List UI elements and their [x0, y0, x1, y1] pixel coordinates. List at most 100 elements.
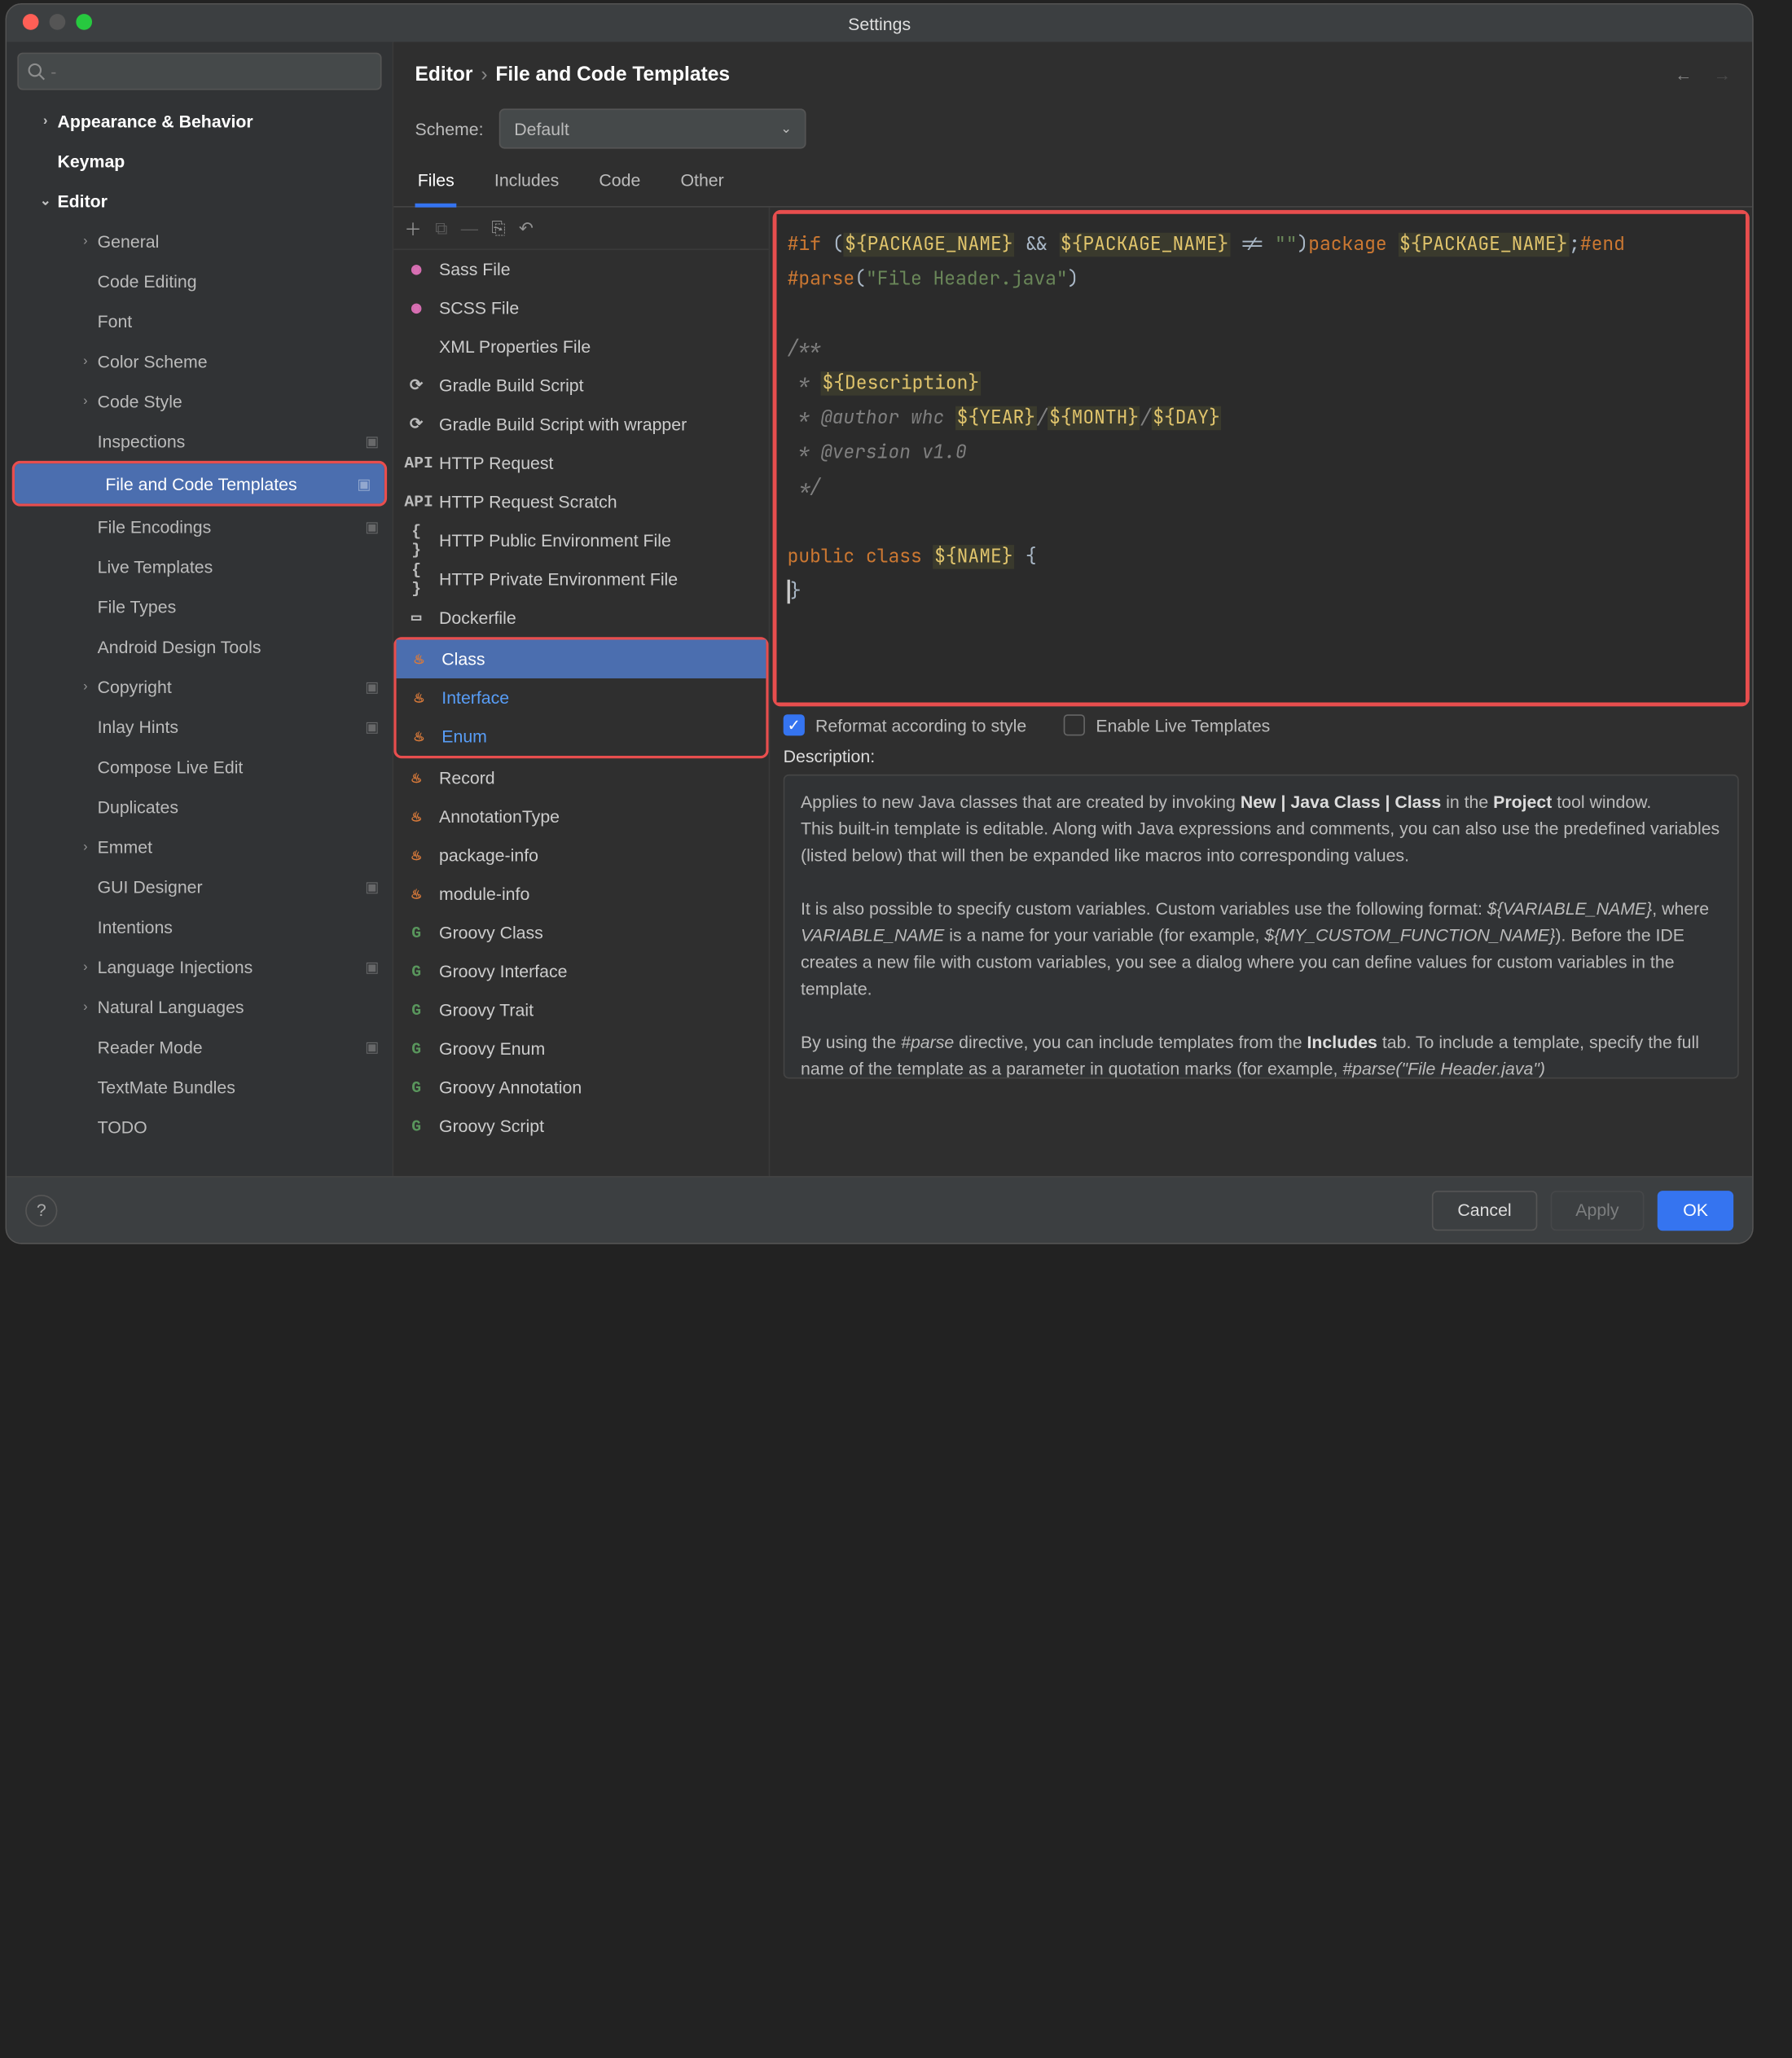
remove-template-icon[interactable]: — [461, 218, 478, 239]
templates-column: ＋ ⧉ — ⎘ ↶ ◉Sass File◉SCSS FileXML Proper… [393, 208, 770, 1176]
tab-other[interactable]: Other [678, 160, 727, 206]
template-gradle-build-script[interactable]: ⟳Gradle Build Script [393, 366, 768, 406]
reformat-checkbox[interactable]: ✓ Reformat according to style [784, 714, 1027, 735]
java-icon [407, 726, 431, 747]
template-http-public-environment-file[interactable]: { }HTTP Public Environment File [393, 521, 768, 560]
java-icon [404, 845, 428, 866]
template-groovy-class[interactable]: Groovy Class [393, 913, 768, 952]
template-sass-file[interactable]: ◉Sass File [393, 250, 768, 289]
template-groovy-script[interactable]: Groovy Script [393, 1107, 768, 1146]
java-icon [407, 649, 431, 669]
settings-window: Settings - ›Appearance & BehaviorKeymap⌄… [6, 3, 1754, 1244]
sidebar-item-code-style[interactable]: ›Code Style [7, 381, 392, 421]
template-editor-highlight: #if (${PACKAGE_NAME} && ${PACKAGE_NAME} … [773, 210, 1750, 706]
pink-icon: ◉ [404, 298, 428, 318]
api-icon: API [404, 454, 428, 472]
search-input[interactable]: - [17, 53, 381, 90]
footer: ? Cancel Apply OK [7, 1176, 1752, 1243]
sidebar-item-color-scheme[interactable]: ›Color Scheme [7, 340, 392, 380]
sidebar-item-general[interactable]: ›General [7, 221, 392, 261]
sidebar-item-code-editing[interactable]: Code Editing [7, 261, 392, 301]
settings-main: Editor›File and Code Templates ← → Schem… [393, 42, 1752, 1177]
docker-icon: ▭ [404, 608, 428, 628]
window-controls[interactable] [23, 14, 92, 30]
description-heading: Description: [770, 744, 1752, 769]
sidebar-item-inspections[interactable]: Inspections▣ [7, 421, 392, 461]
minimize-window-icon[interactable] [50, 14, 66, 30]
template-enum[interactable]: Enum [397, 717, 766, 756]
template-editor[interactable]: #if (${PACKAGE_NAME} && ${PACKAGE_NAME} … [776, 214, 1745, 703]
add-template-icon[interactable]: ＋ [404, 215, 421, 240]
sidebar-item-todo[interactable]: TODO [7, 1107, 392, 1147]
template-interface[interactable]: Interface [397, 678, 766, 717]
sidebar-item-compose-live-edit[interactable]: Compose Live Edit [7, 747, 392, 787]
sidebar-item-font[interactable]: Font [7, 301, 392, 340]
sidebar-item-duplicates[interactable]: Duplicates [7, 787, 392, 827]
help-button[interactable]: ? [25, 1194, 57, 1226]
template-gradle-build-script-with-wrapper[interactable]: ⟳Gradle Build Script with wrapper [393, 405, 768, 444]
description-box: Applies to new Java classes that are cre… [784, 774, 1739, 1079]
sidebar-item-textmate-bundles[interactable]: TextMate Bundles [7, 1067, 392, 1107]
cancel-button[interactable]: Cancel [1432, 1190, 1537, 1230]
sidebar-item-editor[interactable]: ⌄Editor [7, 181, 392, 221]
sidebar-item-copyright[interactable]: ›Copyright▣ [7, 666, 392, 706]
pink-icon: ◉ [404, 260, 428, 280]
green-icon [404, 1078, 428, 1097]
maximize-window-icon[interactable] [76, 14, 92, 30]
search-icon [27, 62, 46, 81]
titlebar[interactable]: Settings [7, 5, 1752, 42]
sidebar-item-live-templates[interactable]: Live Templates [7, 546, 392, 586]
sidebar-item-gui-designer[interactable]: GUI Designer▣ [7, 867, 392, 906]
template-http-private-environment-file[interactable]: { }HTTP Private Environment File [393, 559, 768, 599]
scheme-label: Scheme: [415, 119, 484, 139]
nav-back-icon[interactable]: ← [1675, 64, 1692, 85]
template-xml-properties-file[interactable]: XML Properties File [393, 327, 768, 366]
sidebar-item-file-and-code-templates[interactable]: File and Code Templates▣ [15, 463, 384, 503]
template-annotationtype[interactable]: AnnotationType [393, 797, 768, 836]
sidebar-item-reader-mode[interactable]: Reader Mode▣ [7, 1027, 392, 1067]
template-record[interactable]: Record [393, 758, 768, 797]
template-groovy-trait[interactable]: Groovy Trait [393, 990, 768, 1029]
template-scss-file[interactable]: ◉SCSS File [393, 289, 768, 328]
template-dockerfile[interactable]: ▭Dockerfile [393, 599, 768, 638]
undo-icon[interactable]: ↶ [519, 217, 534, 239]
sidebar-item-natural-languages[interactable]: ›Natural Languages [7, 986, 392, 1026]
ok-button[interactable]: OK [1658, 1190, 1733, 1230]
sidebar-item-language-injections[interactable]: ›Language Injections▣ [7, 946, 392, 986]
nav-forward-icon[interactable]: → [1714, 64, 1731, 85]
template-groovy-interface[interactable]: Groovy Interface [393, 952, 768, 991]
tab-files[interactable]: Files [415, 160, 458, 208]
gradle-icon: ⟳ [404, 415, 428, 435]
templates-list[interactable]: ◉Sass File◉SCSS FileXML Properties File⟳… [393, 250, 768, 1176]
template-http-request[interactable]: APIHTTP Request [393, 444, 768, 483]
template-class[interactable]: Class [397, 639, 766, 678]
window-title: Settings [848, 13, 911, 33]
sidebar-item-file-encodings[interactable]: File Encodings▣ [7, 507, 392, 546]
sidebar-item-android-design-tools[interactable]: Android Design Tools [7, 626, 392, 666]
chevron-down-icon: ⌄ [780, 121, 792, 136]
java-icon [404, 806, 428, 827]
tab-includes[interactable]: Includes [492, 160, 562, 206]
braces-icon: { } [404, 560, 428, 598]
scheme-dropdown[interactable]: Default ⌄ [499, 108, 806, 148]
tab-code[interactable]: Code [596, 160, 643, 206]
sidebar-item-file-types[interactable]: File Types [7, 586, 392, 626]
java-icon [404, 768, 428, 788]
copy-template-icon[interactable]: ⧉ [435, 217, 447, 239]
template-package-info[interactable]: package-info [393, 836, 768, 875]
sidebar-item-inlay-hints[interactable]: Inlay Hints▣ [7, 706, 392, 746]
green-icon [404, 924, 428, 942]
sidebar-item-emmet[interactable]: ›Emmet [7, 827, 392, 867]
close-window-icon[interactable] [23, 14, 39, 30]
apply-button[interactable]: Apply [1550, 1190, 1645, 1230]
template-module-info[interactable]: module-info [393, 875, 768, 914]
sidebar-item-appearance-behavior[interactable]: ›Appearance & Behavior [7, 101, 392, 141]
template-groovy-enum[interactable]: Groovy Enum [393, 1029, 768, 1068]
copy2-icon[interactable]: ⎘ [491, 217, 505, 239]
template-groovy-annotation[interactable]: Groovy Annotation [393, 1068, 768, 1107]
live-templates-checkbox[interactable]: Enable Live Templates [1064, 714, 1270, 735]
green-icon [404, 1039, 428, 1058]
template-http-request-scratch[interactable]: APIHTTP Request Scratch [393, 482, 768, 521]
sidebar-item-intentions[interactable]: Intentions [7, 906, 392, 946]
sidebar-item-keymap[interactable]: Keymap [7, 141, 392, 181]
